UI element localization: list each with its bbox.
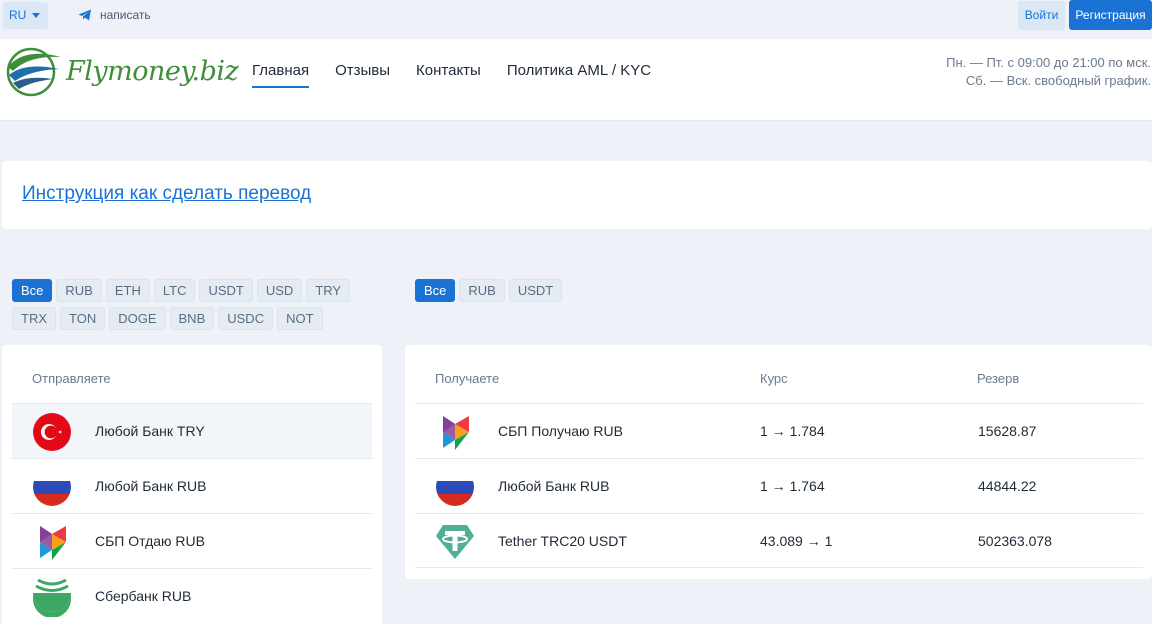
russia-flag-icon [33, 468, 71, 506]
receive-filter-usdt[interactable]: USDT [508, 279, 563, 302]
reserve-header: Резерв [977, 371, 1020, 386]
receive-filter-rub[interactable]: RUB [459, 279, 505, 302]
site-logo[interactable]: Flymoney.biz [5, 45, 239, 97]
telegram-write-link[interactable]: написать [78, 8, 151, 22]
hours-weekend: Сб. — Вск. свободный график. [965, 73, 1151, 88]
logo-text: Flymoney.biz [66, 55, 239, 87]
send-filter-trx[interactable]: TRX [12, 307, 56, 330]
language-select[interactable]: RU [3, 2, 48, 29]
send-filter-rub[interactable]: RUB [56, 279, 102, 302]
reserve-amount: 15628.87 [978, 423, 1037, 439]
send-filter-ltc[interactable]: LTC [153, 279, 196, 302]
receive-item-label: Любой Банк RUB [498, 478, 610, 494]
send-currency-filters: Все RUB ETH LTC USDT USD TRY TRX TON DOG… [12, 279, 357, 335]
main-nav: Главная Отзывы Контакты Политика AML / K… [252, 62, 677, 88]
send-filter-eth[interactable]: ETH [105, 279, 150, 302]
send-filter-usdc[interactable]: USDC [218, 307, 274, 330]
receive-header: Получаете [435, 371, 500, 386]
exchange-rate: 1 → 1.764 [760, 478, 825, 494]
send-filter-bnb[interactable]: BNB [169, 307, 215, 330]
send-filter-try[interactable]: TRY [306, 279, 351, 302]
receive-currency-filters: Все RUB USDT [415, 279, 715, 307]
sbp-icon [40, 526, 66, 560]
hours-weekdays: Пн. — Пт. с 09:00 до 21:00 по мск. [946, 55, 1151, 70]
receive-panel: Получаете Курс Резерв СБП Получаю RUB 1 … [405, 345, 1152, 579]
receive-item-sbp-rub[interactable]: СБП Получаю RUB 1 → 1.784 15628.87 [415, 403, 1143, 458]
send-item-label: Сбербанк RUB [95, 588, 192, 604]
nav-contacts[interactable]: Контакты [416, 62, 481, 88]
nav-aml-kyc[interactable]: Политика AML / KYC [507, 62, 651, 88]
register-button[interactable]: Регистрация [1069, 0, 1152, 30]
sberbank-icon [33, 578, 71, 617]
language-value: RU [9, 8, 27, 22]
chevron-down-icon [32, 13, 40, 18]
send-item-sberbank-rub[interactable]: Сбербанк RUB [12, 568, 372, 623]
receive-item-label: СБП Получаю RUB [498, 423, 623, 439]
send-item-any-bank-rub[interactable]: Любой Банк RUB [12, 458, 372, 513]
send-filter-usd[interactable]: USD [256, 279, 303, 302]
send-item-label: Любой Банк RUB [95, 478, 207, 494]
top-bar: RU написать Войти Регистрация [0, 0, 1152, 31]
sbp-icon [443, 416, 469, 450]
reserve-amount: 502363.078 [978, 533, 1052, 549]
receive-filter-all[interactable]: Все [415, 279, 456, 302]
nav-reviews[interactable]: Отзывы [335, 62, 390, 88]
nav-home[interactable]: Главная [252, 62, 310, 88]
receive-item-any-bank-rub[interactable]: Любой Банк RUB 1 → 1.764 44844.22 [415, 458, 1143, 513]
turkey-flag-icon [33, 413, 71, 451]
exchange-rate: 1 → 1.784 [760, 423, 825, 439]
send-item-sbp-rub[interactable]: СБП Отдаю RUB [12, 513, 372, 568]
send-filter-doge[interactable]: DOGE [109, 307, 166, 330]
login-button[interactable]: Войти [1018, 1, 1065, 30]
instruction-link[interactable]: Инструкция как сделать перевод [22, 183, 311, 205]
send-filter-usdt[interactable]: USDT [199, 279, 253, 302]
send-header: Отправляете [32, 371, 111, 386]
send-filter-all[interactable]: Все [12, 279, 53, 302]
instruction-card: Инструкция как сделать перевод [2, 161, 1152, 229]
working-hours: Пн. — Пт. с 09:00 до 21:00 по мск. Сб. —… [946, 54, 1151, 90]
send-filter-not[interactable]: NOT [277, 307, 323, 330]
exchange-rate: 43.089 → 1 [760, 533, 833, 549]
russia-flag-icon [436, 468, 474, 506]
send-panel: Отправляете Любой Банк TRY Любой Банк RU… [2, 345, 382, 624]
rate-header: Курс [760, 371, 788, 386]
telegram-icon [78, 9, 91, 21]
logo-swoosh-icon [6, 47, 61, 97]
send-item-label: Любой Банк TRY [95, 423, 205, 439]
receive-item-label: Tether TRC20 USDT [498, 533, 627, 549]
tether-icon [436, 525, 474, 559]
send-item-any-bank-try[interactable]: Любой Банк TRY [12, 403, 372, 458]
write-label: написать [100, 8, 151, 22]
site-header: Flymoney.biz Главная Отзывы Контакты Пол… [0, 39, 1152, 121]
send-filter-ton[interactable]: TON [60, 307, 106, 330]
reserve-amount: 44844.22 [978, 478, 1037, 494]
send-item-label: СБП Отдаю RUB [95, 533, 205, 549]
receive-item-tether-trc20[interactable]: Tether TRC20 USDT 43.089 → 1 502363.078 [415, 513, 1143, 568]
